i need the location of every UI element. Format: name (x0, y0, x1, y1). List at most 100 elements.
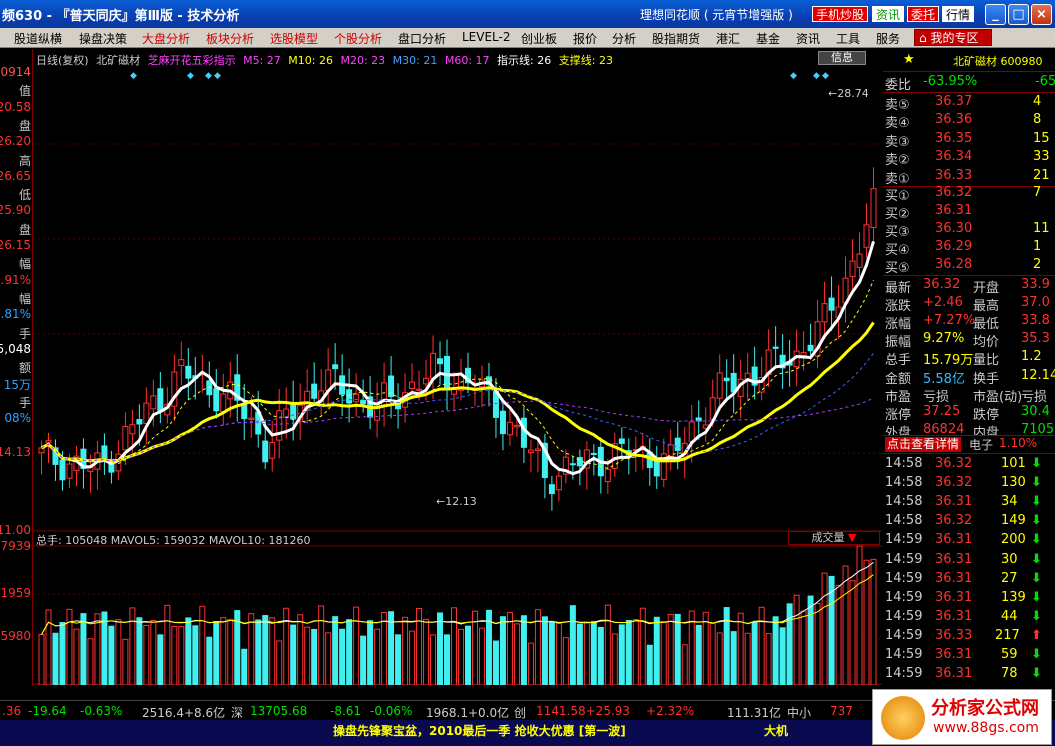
candle-body (688, 421, 695, 442)
tick-price-8: 36.31 (935, 608, 973, 624)
tick-volume-6: 27 (1001, 570, 1018, 586)
volume-bar (255, 619, 262, 685)
volume-bar (416, 607, 423, 685)
bid-price-5[interactable]: 36.28 (935, 257, 972, 275)
left-label-12: .91% (0, 272, 32, 287)
volume-bar (367, 620, 374, 685)
menu-item-12[interactable]: 港汇 (716, 30, 740, 47)
bid-label-4: 买④ (885, 243, 910, 259)
ask-price-4[interactable]: 36.36 (935, 112, 972, 130)
entrust-button[interactable]: 委托 (907, 6, 940, 22)
volume-indicator-dropdown[interactable]: 成交量 ▼ (788, 531, 880, 545)
volume-bar (101, 611, 108, 685)
tick-volume-2: 34 (1001, 494, 1018, 510)
news-button[interactable]: 资讯 (872, 6, 905, 22)
ask-price-2[interactable]: 36.34 (935, 149, 972, 167)
kline-chart[interactable]: ←28.74←12.13◆◆◆◆◆◆◆040506070809 (33, 49, 882, 685)
mobile-trade-button[interactable]: 手机炒股 (812, 6, 869, 22)
left-label-16: 5,048 (0, 341, 31, 356)
sector-name[interactable]: 电子 (969, 436, 993, 453)
volume-bar (353, 606, 360, 685)
menu-item-15[interactable]: 工具 (836, 30, 860, 47)
candle-body (667, 444, 674, 457)
menu-item-16[interactable]: 服务 (876, 30, 900, 47)
menu-item-10[interactable]: 分析 (612, 30, 636, 47)
menu-item-4[interactable]: 选股模型 (270, 30, 318, 47)
divider (883, 71, 1055, 72)
arrow-down-icon: ⬇ (1031, 647, 1042, 662)
chevron-down-icon: ▼ (848, 531, 857, 544)
tick-time-5: 14:59 (885, 551, 923, 567)
candle-body (506, 421, 513, 436)
menu-item-11[interactable]: 股指期货 (652, 30, 700, 47)
close-icon[interactable]: × (1031, 4, 1052, 25)
ask-price-3[interactable]: 36.35 (935, 131, 972, 149)
candle-body (590, 452, 597, 455)
volume-bar (122, 638, 129, 685)
volume-bar (807, 595, 814, 685)
ask-volume-2: 33 (1033, 149, 1050, 165)
menu-item-5[interactable]: 个股分析 (334, 30, 382, 47)
volume-bar (639, 607, 646, 685)
volume-bar (227, 618, 234, 685)
candle-body (576, 457, 583, 467)
menu-item-9[interactable]: 报价 (573, 30, 597, 47)
candle-body (437, 358, 444, 365)
ad-right-text[interactable]: 大机 (764, 722, 788, 739)
divider (883, 453, 1055, 454)
ad-text[interactable]: 操盘先锋聚宝盆，2010最后一季 抢收大优惠 [第一波] (333, 722, 626, 739)
stat-value-b-4: 1.2 (1021, 349, 1042, 365)
bid-price-3[interactable]: 36.30 (935, 221, 972, 239)
tick-volume-9: 217 (995, 627, 1020, 643)
sector-pct: 1.10% (999, 436, 1038, 450)
candles (38, 167, 877, 511)
volume-bar (157, 634, 164, 685)
bid-price-1[interactable]: 36.32 (935, 185, 972, 203)
menu-item-1[interactable]: 操盘决策 (79, 30, 127, 47)
menu-item-8[interactable]: 创业板 (521, 30, 557, 47)
menu-item-2[interactable]: 大盘分析 (142, 30, 190, 47)
stat-value-b-0: 33.9 (1021, 277, 1050, 292)
bid-label-1: 买① (885, 189, 910, 204)
bid-price-4[interactable]: 36.29 (935, 239, 972, 257)
candle-body (353, 393, 360, 403)
ma5-value: M5: 27 (243, 54, 281, 67)
candle-body (828, 297, 835, 311)
maximize-icon[interactable]: □ (1008, 4, 1029, 25)
volume-bar (395, 634, 402, 685)
quote-button[interactable]: 行情 (942, 6, 975, 22)
candle-body (409, 381, 416, 389)
tick-price-7: 36.31 (935, 589, 973, 605)
menu-item-0[interactable]: 股道纵横 (14, 30, 62, 47)
candle-body (870, 188, 877, 229)
menu-item-13[interactable]: 基金 (756, 30, 780, 47)
tick-time-8: 14:59 (885, 608, 923, 624)
ask-price-5[interactable]: 36.37 (935, 94, 972, 112)
volume-bar (73, 628, 80, 685)
minimize-icon[interactable]: _ (985, 4, 1006, 25)
info-button[interactable]: 信息 (818, 51, 866, 65)
my-zone-button[interactable]: ⌂ 我的专区 (914, 29, 992, 46)
stat-value-b-6: 亏损 (1021, 389, 1048, 405)
indicator-name[interactable]: 芝麻开花五彩指示 (148, 54, 236, 67)
ma20-value: M20: 23 (340, 54, 386, 67)
volume-bar (430, 634, 437, 685)
menu-item-3[interactable]: 板块分析 (206, 30, 254, 47)
menu-item-6[interactable]: 盘口分析 (398, 30, 446, 47)
stat-label-b-7: 跌停 (973, 407, 1000, 423)
volume-bar (821, 572, 828, 685)
menu-item-14[interactable]: 资讯 (796, 30, 820, 47)
detail-button[interactable]: 点击查看详情 (885, 437, 962, 452)
volume-axis-2: 85980 (0, 629, 31, 643)
stat-label-b-1: 最高 (973, 299, 1000, 315)
volume-bar (409, 630, 416, 685)
menu-item-7[interactable]: LEVEL-2 (462, 30, 511, 44)
ask-price-1[interactable]: 36.33 (935, 168, 972, 186)
volume-bar (730, 631, 737, 685)
bid-price-2[interactable]: 36.31 (935, 203, 972, 221)
candle-body (555, 475, 562, 491)
star-icon[interactable]: ★ (903, 52, 915, 70)
stat-label-a-4: 总手 (885, 353, 912, 369)
chart-mode[interactable]: 日线(复权) (36, 54, 89, 67)
status-12: +2.32% (646, 704, 695, 718)
